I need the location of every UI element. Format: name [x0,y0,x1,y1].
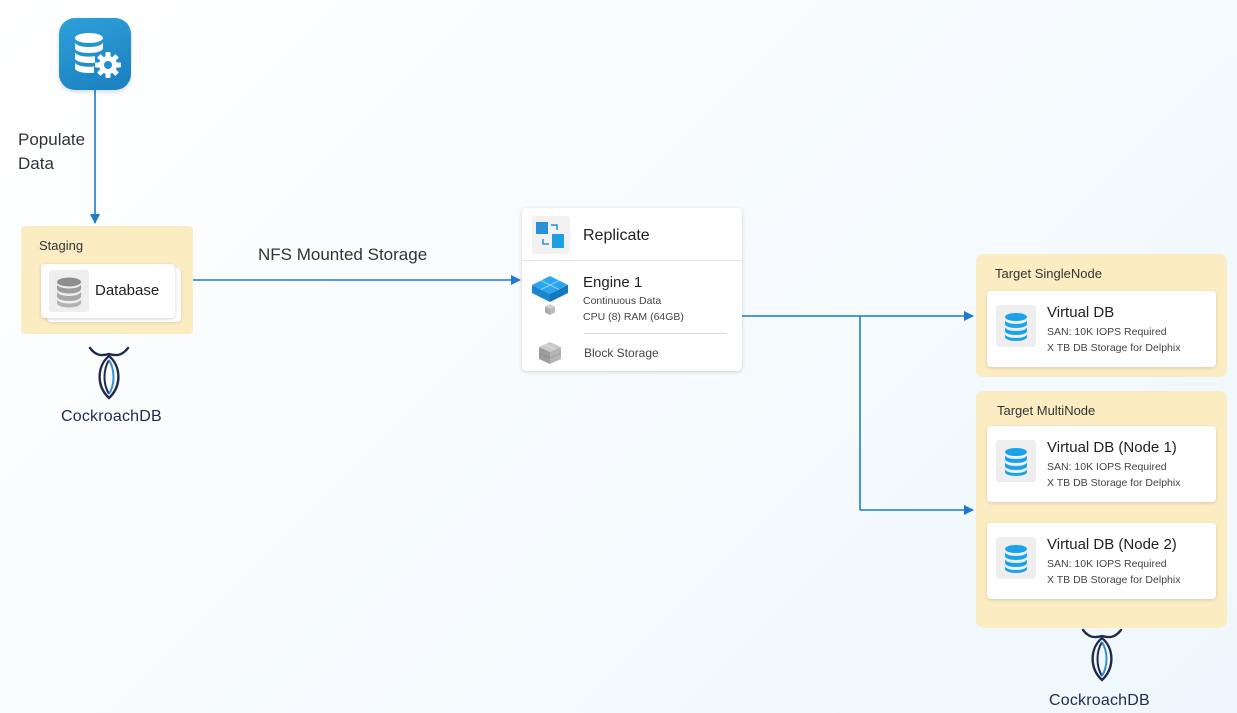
database-gear-icon [59,18,131,90]
virtual-db-node1-storage-text: X TB DB Storage for Delphix [1047,477,1181,489]
staging-title: Staging [39,238,84,253]
virtual-db-node2-storage-text: X TB DB Storage for Delphix [1047,574,1181,586]
target-singlenode-group: Target SingleNode Virtual DB SAN: 10K IO… [976,254,1227,377]
virtual-db-node1-title: Virtual DB (Node 1) [1047,439,1177,456]
replicate-icon [532,216,570,254]
engine-line-resources: CPU (8) RAM (64GB) [583,311,684,323]
virtual-db-node2-card[interactable]: Virtual DB (Node 2) SAN: 10K IOPS Requir… [987,523,1216,599]
engine-cube-icon [528,274,572,318]
virtual-db-san-text: SAN: 10K IOPS Required [1047,326,1167,338]
target-multinode-title: Target MultiNode [997,403,1096,418]
block-storage-label: Block Storage [584,346,659,360]
block-storage-icon [536,340,564,366]
virtual-db-node2-title: Virtual DB (Node 2) [1047,536,1177,553]
virtual-db-node1-card[interactable]: Virtual DB (Node 1) SAN: 10K IOPS Requir… [987,426,1216,502]
virtual-db-icon [996,305,1036,347]
target-multinode-group: Target MultiNode Virtual DB (Node 1) SAN… [976,391,1227,628]
virtual-db-storage-text: X TB DB Storage for Delphix [1047,342,1181,354]
staging-group: Staging Database [21,226,193,334]
replicate-row[interactable]: Replicate [522,208,742,261]
virtual-db-node2-icon [996,537,1036,579]
engine-to-targets-line [742,315,861,510]
populate-data-label: Populate Data [18,128,108,176]
database-icon [49,270,89,312]
virtual-db-title: Virtual DB [1047,304,1115,321]
cockroachdb-brand-text: CockroachDB [61,408,162,425]
virtual-db-node2-san-text: SAN: 10K IOPS Required [1047,558,1167,570]
replicate-label: Replicate [583,227,650,244]
engine-panel[interactable]: Replicate Engine 1 Continuous Data CPU (… [522,208,742,371]
database-label: Database [95,282,160,299]
virtual-db-card[interactable]: Virtual DB SAN: 10K IOPS Required X TB D… [987,291,1216,367]
virtual-db-node1-icon [996,440,1036,482]
engine-title: Engine 1 [583,274,643,291]
populate-label-line1: Populate [18,130,86,149]
database-card[interactable]: Database [41,264,175,318]
target-singlenode-title: Target SingleNode [995,266,1102,281]
cockroachdb-logo-icon [86,344,132,402]
nfs-storage-label: NFS Mounted Storage [258,245,428,264]
engine-line-continuous: Continuous Data [583,295,662,307]
engine-divider [584,333,727,334]
cockroachdb-brand-text-2: CockroachDB [1049,692,1150,709]
cockroachdb-logo-icon-2 [1079,626,1125,684]
populate-label-line2: Data [18,154,54,173]
virtual-db-node1-san-text: SAN: 10K IOPS Required [1047,461,1167,473]
